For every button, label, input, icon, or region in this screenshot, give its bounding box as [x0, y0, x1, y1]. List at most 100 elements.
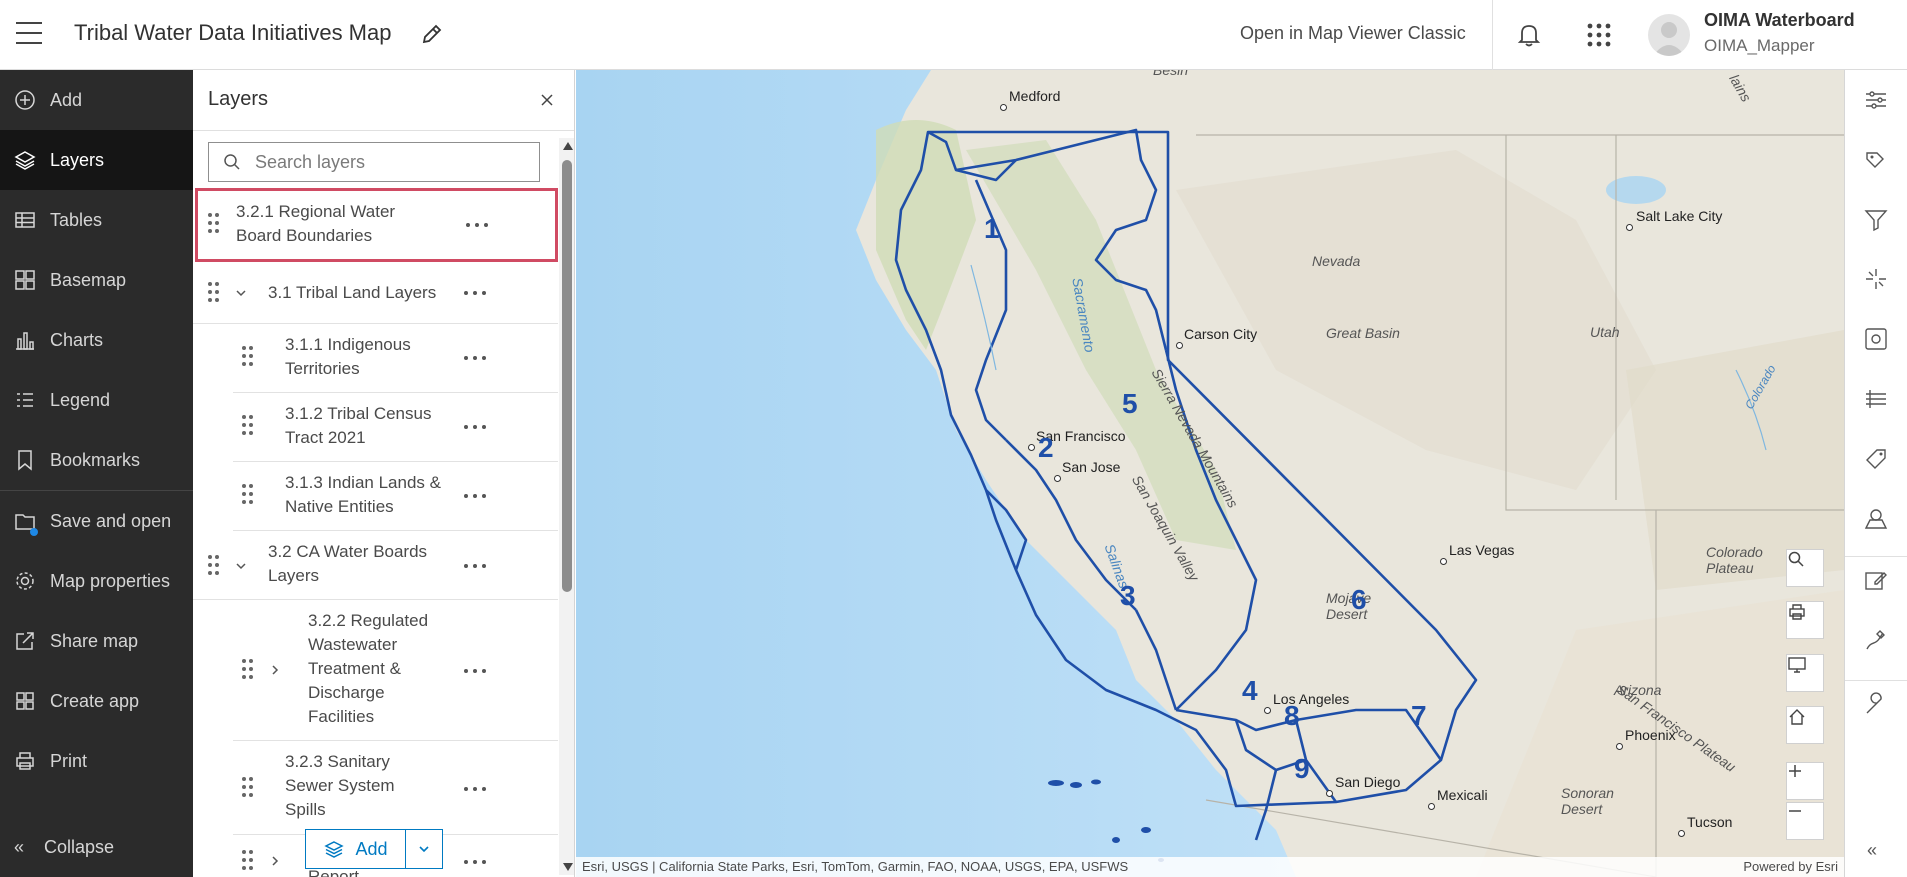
board-number: 5 — [1122, 388, 1138, 419]
avatar[interactable] — [1648, 14, 1690, 56]
layer-row-sewer-spills[interactable]: 3.2.3 Sanitary Sewer System Spills — [233, 741, 558, 835]
print-map-button[interactable] — [1786, 601, 1824, 639]
zoom-out-button[interactable] — [1786, 802, 1824, 840]
chevron-down-icon[interactable] — [233, 285, 249, 301]
layers-scrollbar[interactable] — [559, 138, 574, 875]
nav-legend-label: Legend — [50, 389, 111, 410]
layer-row-wastewater-facilities[interactable]: 3.2.2 Regulated Wastewater Treatment & D… — [233, 600, 558, 741]
more-options-icon[interactable] — [462, 661, 490, 681]
labels-icon[interactable] — [1863, 446, 1889, 472]
more-options-icon[interactable] — [462, 417, 490, 437]
search-field[interactable] — [208, 142, 540, 182]
search-input[interactable] — [255, 151, 515, 173]
nav-map-properties[interactable]: Map properties — [0, 551, 193, 611]
nav-charts[interactable]: Charts — [0, 310, 193, 370]
drag-handle-icon[interactable] — [242, 484, 256, 506]
nav-layers[interactable]: Layers — [0, 130, 193, 190]
drag-handle-icon[interactable] — [242, 346, 256, 368]
nav-print[interactable]: Print — [0, 731, 193, 791]
fields-icon[interactable] — [1863, 386, 1889, 412]
user-name[interactable]: OIMA Waterboard — [1704, 10, 1855, 31]
more-options-icon[interactable] — [462, 486, 490, 506]
nav-legend[interactable]: Legend — [0, 370, 193, 430]
fullscreen-button[interactable] — [1786, 654, 1824, 692]
board-number: 2 — [1038, 432, 1054, 463]
layer-label: 3.1 Tribal Land Layers — [268, 283, 437, 302]
drag-handle-icon[interactable] — [208, 555, 222, 577]
map-view[interactable]: Medford Salt Lake City Carson City San F… — [576, 70, 1844, 877]
settings-toolbar: « — [1844, 70, 1907, 877]
app-launcher-icon[interactable] — [1585, 21, 1613, 49]
layer-group-ca-water-boards[interactable]: 3.2 CA Water Boards Layers — [193, 531, 558, 600]
map-search-button[interactable] — [1786, 549, 1824, 587]
more-options-icon[interactable] — [462, 283, 490, 303]
nav-bookmarks[interactable]: Bookmarks — [0, 430, 193, 490]
layer-row-indian-lands[interactable]: 3.1.3 Indian Lands & Native Entities — [233, 462, 558, 531]
nav-tables[interactable]: Tables — [0, 190, 193, 250]
drag-handle-icon[interactable] — [208, 282, 222, 304]
layer-group-tribal-land[interactable]: 3.1 Tribal Land Layers — [193, 262, 558, 324]
drag-handle-icon[interactable] — [242, 777, 256, 799]
scroll-thumb[interactable] — [562, 160, 572, 592]
more-options-icon[interactable] — [462, 779, 490, 799]
region-label: Great Basin — [1326, 325, 1400, 341]
scroll-down-icon[interactable] — [563, 863, 573, 871]
more-options-icon[interactable] — [462, 556, 490, 576]
layer-row-regional-water-boards[interactable]: 3.2.1 Regional Water Board Boundaries — [195, 188, 558, 262]
effects-icon[interactable] — [1863, 266, 1889, 292]
menu-icon[interactable] — [16, 22, 42, 44]
layer-label: 3.2 CA Water Boards Layers — [268, 542, 428, 585]
minus-icon — [1789, 810, 1801, 812]
chevron-right-icon[interactable] — [267, 853, 283, 869]
layer-row-indigenous-territories[interactable]: 3.1.1 Indigenous Territories — [233, 324, 558, 393]
drag-handle-icon[interactable] — [208, 213, 222, 235]
chevron-down-icon — [419, 846, 429, 853]
more-options-icon[interactable] — [462, 852, 490, 872]
board-number: 6 — [1351, 584, 1367, 615]
home-icon — [1789, 709, 1805, 725]
drag-handle-icon[interactable] — [242, 415, 256, 437]
nav-create-app[interactable]: Create app — [0, 671, 193, 731]
sliders-icon[interactable] — [1863, 87, 1889, 113]
powered-by-esri[interactable]: Powered by Esri — [1743, 857, 1838, 877]
more-options-icon[interactable] — [464, 215, 492, 235]
nav-add[interactable]: Add — [0, 70, 193, 130]
nav-share-map[interactable]: Share map — [0, 611, 193, 671]
sketch-icon[interactable] — [1863, 627, 1889, 653]
nav-save-and-open[interactable]: Save and open — [0, 491, 193, 551]
board-number: 8 — [1284, 700, 1300, 731]
pencil-icon[interactable] — [420, 22, 444, 46]
edit-icon[interactable] — [1863, 567, 1889, 593]
add-layer-dropdown[interactable] — [406, 830, 442, 868]
cluster-icon[interactable] — [1863, 506, 1889, 532]
wrench-icon[interactable] — [1863, 691, 1889, 717]
close-icon[interactable] — [537, 90, 557, 110]
bell-icon[interactable] — [1515, 20, 1543, 48]
share-icon — [16, 632, 34, 650]
nav-create-app-label: Create app — [50, 690, 140, 711]
collapse-button[interactable]: « Collapse — [0, 817, 193, 877]
city-marker — [1326, 790, 1333, 797]
styles-icon[interactable] — [1863, 147, 1889, 173]
toolbar-divider — [1845, 680, 1907, 681]
drag-handle-icon[interactable] — [242, 659, 256, 681]
basemap-icon — [15, 270, 35, 290]
zoom-in-button[interactable] — [1786, 762, 1824, 800]
scroll-up-icon[interactable] — [563, 142, 573, 150]
nav-basemap[interactable]: Basemap — [0, 250, 193, 310]
popups-icon[interactable] — [1863, 326, 1889, 352]
city-marker — [1028, 444, 1035, 451]
drag-handle-icon[interactable] — [242, 850, 256, 872]
more-options-icon[interactable] — [462, 348, 490, 368]
add-layer-button[interactable]: Add — [305, 829, 443, 869]
chevron-right-icon[interactable] — [267, 662, 283, 678]
home-button[interactable] — [1786, 706, 1824, 744]
open-classic-link[interactable]: Open in Map Viewer Classic — [1240, 23, 1466, 44]
double-chevron-left-icon: « — [14, 836, 25, 857]
chevron-down-icon[interactable] — [233, 558, 249, 574]
layer-row-tribal-census-tract[interactable]: 3.1.2 Tribal Census Tract 2021 — [233, 393, 558, 462]
filter-icon[interactable] — [1863, 207, 1889, 233]
map-attribution[interactable]: Esri, USGS | California State Parks, Esr… — [576, 857, 1844, 877]
expand-toolbar-icon[interactable]: « — [1867, 840, 1877, 861]
add-layer-main[interactable]: Add — [306, 830, 406, 868]
